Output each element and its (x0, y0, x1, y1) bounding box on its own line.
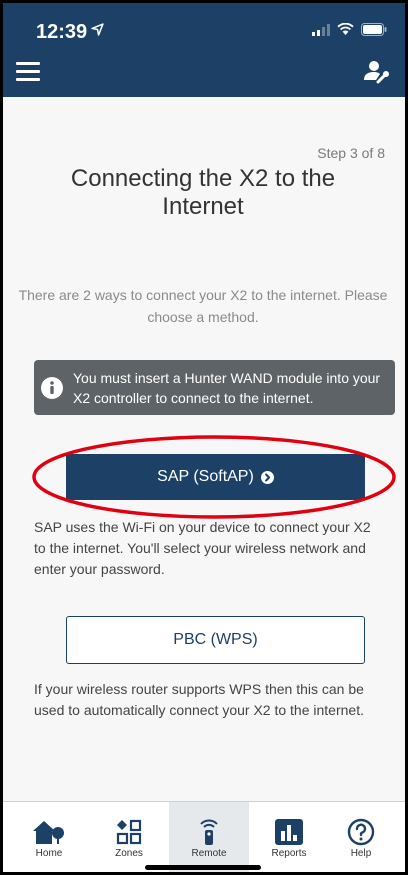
top-bar: 12:39 (3, 3, 405, 97)
tab-label: Reports (271, 848, 307, 859)
tab-home[interactable]: Home (9, 802, 89, 872)
bottom-tab-bar: Home Zones Remote Reports Help (3, 801, 405, 872)
wifi-icon (337, 23, 354, 35)
alert-message: You must insert a Hunter WAND module int… (73, 369, 381, 406)
location-arrow-icon (91, 23, 104, 36)
status-time: 12:39 (36, 21, 88, 43)
intro-text: There are 2 ways to connect your X2 to t… (18, 287, 388, 325)
tab-label: Remote (191, 848, 227, 859)
wand-alert: You must insert a Hunter WAND module int… (34, 360, 395, 415)
info-icon (41, 376, 63, 399)
reports-chart-icon (275, 819, 303, 845)
tab-label: Help (350, 848, 372, 859)
zones-grid-icon (116, 819, 142, 845)
remote-icon (200, 819, 218, 845)
app-screen: 12:39 Step 3 of 8 Connecting the X2 to t… (0, 0, 408, 875)
tab-label: Home (35, 848, 63, 859)
home-icon (33, 821, 64, 844)
battery-icon (361, 23, 387, 36)
sap-softap-button[interactable]: SAP (SoftAP) (66, 454, 365, 500)
hamburger-menu-icon[interactable] (16, 62, 40, 82)
home-indicator (145, 865, 261, 870)
step-indicator: Step 3 of 8 (317, 145, 385, 161)
page-title: Connecting the X2 to the Internet (70, 165, 336, 220)
tab-label: Zones (115, 848, 143, 859)
status-icons (312, 23, 387, 36)
wps-description: If your wireless router supports WPS the… (34, 681, 364, 718)
wps-button-label: PBC (WPS) (173, 631, 258, 648)
sap-button-label: SAP (SoftAP) (157, 468, 254, 485)
user-wrench-icon[interactable] (362, 58, 390, 86)
chevron-right-circle-icon (260, 470, 274, 484)
pbc-wps-button[interactable]: PBC (WPS) (66, 616, 365, 664)
tab-reports[interactable]: Reports (249, 802, 329, 872)
sap-description: SAP uses the Wi-Fi on your device to con… (34, 519, 371, 577)
cellular-signal-icon (312, 23, 330, 36)
tab-help[interactable]: Help (321, 802, 401, 872)
help-icon (347, 818, 375, 846)
